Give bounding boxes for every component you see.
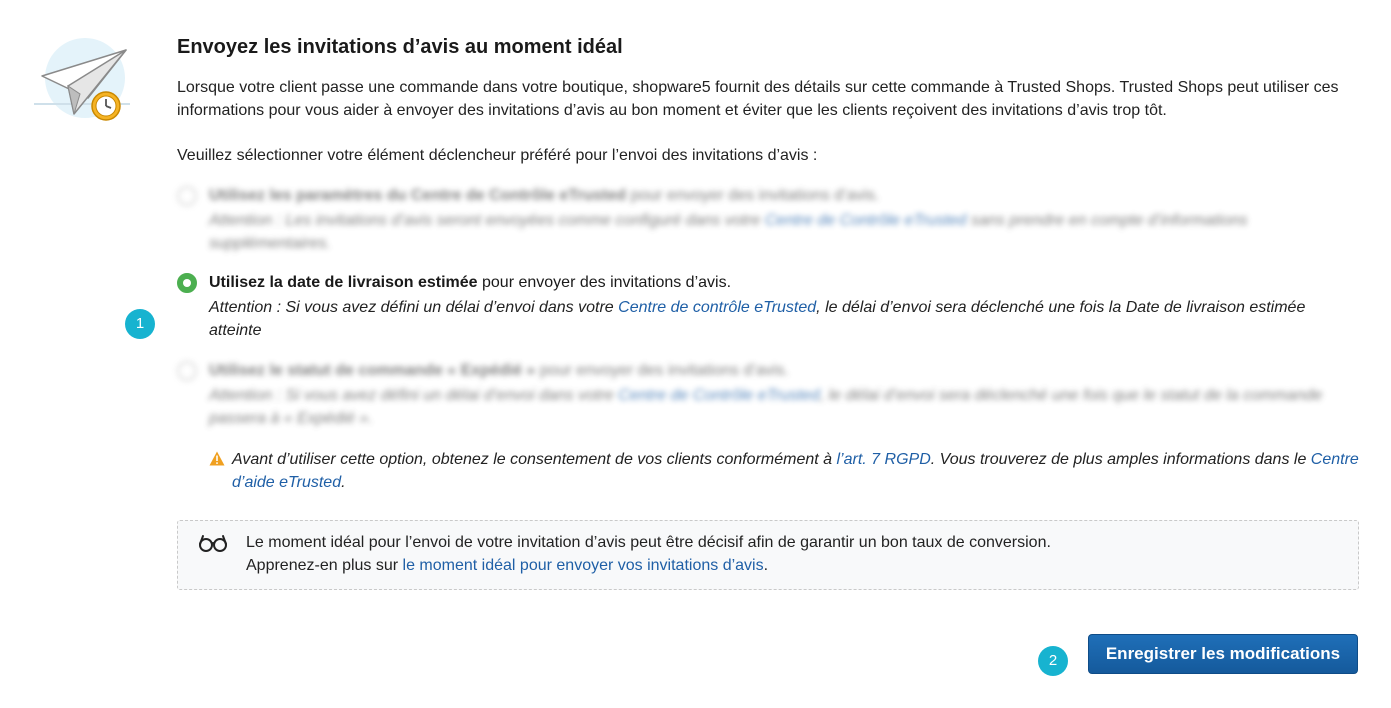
- tip-line-1: Le moment idéal pour l’envoi de votre in…: [246, 534, 1051, 551]
- intro-text: Lorsque votre client passe une commande …: [177, 79, 1339, 119]
- ideal-moment-link[interactable]: le moment idéal pour envoyer vos invitat…: [403, 557, 764, 574]
- radio-shipped-status[interactable]: [177, 361, 197, 381]
- glasses-icon: [199, 535, 227, 552]
- control-center-link[interactable]: Centre de contrôle eTrusted: [618, 299, 816, 316]
- option-note: Attention : Les invitations d’avis seron…: [209, 212, 1248, 252]
- control-center-link[interactable]: Centre de Contrôle eTrusted: [618, 387, 820, 404]
- radio-estimated-delivery[interactable]: [177, 273, 197, 293]
- content: Envoyez les invitations d’avis au moment…: [177, 34, 1359, 590]
- option-control-center[interactable]: Utilisez les paramètres du Centre de Con…: [177, 185, 1359, 263]
- option-label: Utilisez les paramètres du Centre de Con…: [209, 187, 880, 204]
- step-badge-2: 2: [1038, 646, 1068, 676]
- option-note: Attention : Si vous avez défini un délai…: [209, 387, 1323, 427]
- gdpr-article-link[interactable]: l’art. 7 RGPD: [837, 451, 931, 468]
- trigger-prompt: Veuillez sélectionner votre élément décl…: [177, 147, 818, 164]
- save-button[interactable]: Enregistrer les modifications: [1088, 634, 1358, 674]
- tip-box: Le moment idéal pour l’envoi de votre in…: [177, 520, 1359, 590]
- trigger-options: Utilisez les paramètres du Centre de Con…: [177, 185, 1359, 428]
- warning-icon: [209, 451, 225, 466]
- gdpr-warning: Avant d’utiliser cette option, obtenez l…: [177, 448, 1359, 494]
- option-label: Utilisez la date de livraison estimée po…: [209, 274, 732, 291]
- paper-plane-clock-icon: [34, 38, 130, 121]
- page: Envoyez les invitations d’avis au moment…: [0, 0, 1391, 708]
- page-title: Envoyez les invitations d’avis au moment…: [177, 36, 623, 58]
- option-label: Utilisez le statut de commande « Expédié…: [209, 362, 789, 379]
- tip-line-2: Apprenez-en plus sur le moment idéal pou…: [246, 557, 769, 574]
- step-badge-1: 1: [125, 309, 155, 339]
- option-note: Attention : Si vous avez défini un délai…: [209, 299, 1306, 339]
- radio-control-center[interactable]: [177, 186, 197, 206]
- option-shipped-status[interactable]: Utilisez le statut de commande « Expédié…: [177, 360, 1359, 428]
- control-center-link[interactable]: Centre de Contrôle eTrusted: [765, 212, 967, 229]
- option-estimated-delivery[interactable]: Utilisez la date de livraison estimée po…: [177, 272, 1359, 354]
